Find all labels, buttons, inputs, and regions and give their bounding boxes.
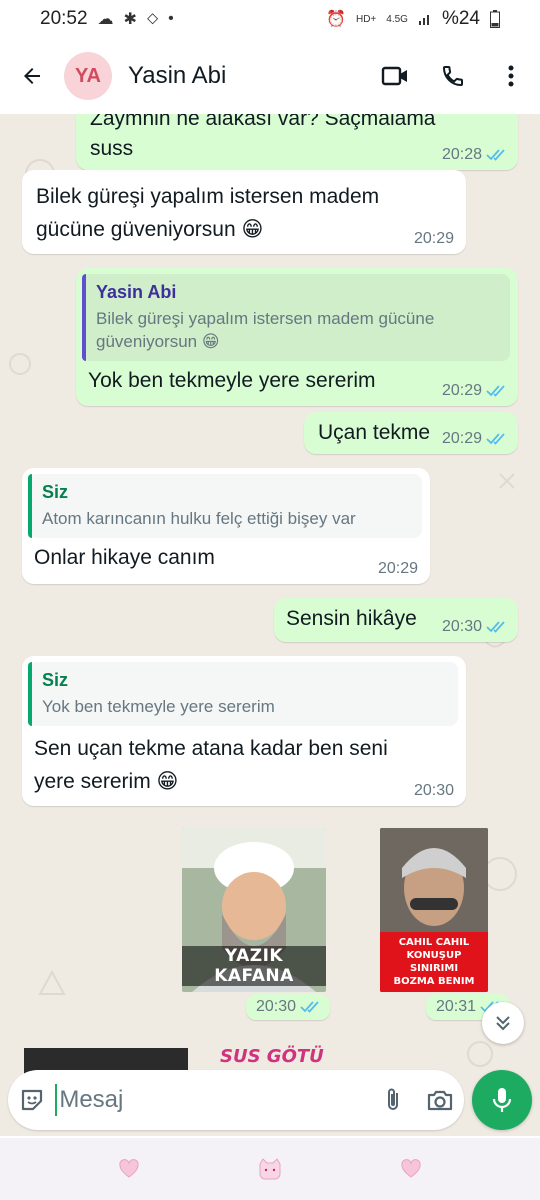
message-bubble-incoming[interactable]: Bilek güreşi yapalım istersen madem gücü… bbox=[22, 170, 466, 254]
bug-icon: ✱ bbox=[123, 11, 137, 28]
cloud-icon: ☁ bbox=[97, 11, 114, 28]
message-meta: 20:30 bbox=[414, 782, 454, 800]
message-bubble-outgoing[interactable]: Zaymnin ne alakası var? Saçmalama suss 2… bbox=[76, 114, 518, 170]
back-button[interactable] bbox=[0, 38, 64, 114]
alarm-icon: ⏰ bbox=[326, 11, 346, 28]
video-camera-icon bbox=[381, 66, 407, 86]
message-time: 20:28 bbox=[441, 146, 482, 163]
battery-percent: %24 bbox=[441, 8, 480, 29]
quote-text: Atom karıncanın hulku felç ettiği bişey … bbox=[42, 509, 356, 528]
double-check-icon bbox=[486, 385, 505, 397]
dot-icon: • bbox=[168, 10, 174, 27]
attach-button[interactable] bbox=[369, 1070, 416, 1130]
network-label: 4.5G bbox=[386, 13, 408, 25]
message-time: 20:29 bbox=[413, 230, 454, 247]
sticker-caption-line: KONUŞUP SINIRIMI bbox=[406, 950, 462, 974]
microphone-icon bbox=[492, 1088, 512, 1112]
status-bar: 20:52 ☁ ✱ ⬦ • ⏰ HD+ 4.5G %24 bbox=[0, 0, 540, 38]
quote-text: Yok ben tekmeyle yere sererim bbox=[42, 697, 275, 716]
sticker-image[interactable]: CAHIL CAHIL KONUŞUP SINIRIMI BOZMA BENIM bbox=[380, 828, 488, 992]
message-text-line: Bilek güreşi yapalım istersen madem bbox=[36, 185, 380, 208]
camera-button[interactable] bbox=[417, 1070, 464, 1130]
message-time: 20:30 bbox=[256, 998, 297, 1015]
camera-icon bbox=[428, 1090, 453, 1111]
quote-author: Siz bbox=[42, 670, 69, 690]
message-meta: 20:29 bbox=[442, 382, 506, 400]
message-meta: 20:29 bbox=[378, 560, 418, 578]
status-time: 20:52 bbox=[40, 8, 88, 29]
chevron-double-down-icon bbox=[496, 1016, 510, 1031]
partial-sticker-text: SUS GÖTÜ bbox=[220, 1046, 324, 1067]
arrow-left-icon bbox=[24, 68, 40, 84]
message-bubble-outgoing[interactable]: Sensin hikâye 20:30 bbox=[274, 598, 518, 642]
bottom-bar bbox=[0, 1138, 540, 1200]
contact-name[interactable]: Yasin Abi bbox=[128, 62, 366, 90]
signal-icon bbox=[418, 15, 429, 25]
quoted-message[interactable]: Siz Yok ben tekmeyle yere sererim bbox=[28, 662, 458, 726]
hd-label: HD+ bbox=[355, 13, 377, 25]
phone-icon bbox=[442, 66, 463, 87]
double-check-icon bbox=[300, 1001, 319, 1013]
message-text-line: gücüne güveniyorsun 😁 bbox=[36, 218, 264, 241]
message-time: 20:30 bbox=[413, 782, 454, 799]
sticker-button[interactable] bbox=[8, 1070, 55, 1130]
heart-icon[interactable] bbox=[400, 1159, 422, 1179]
message-bubble-incoming[interactable]: Siz Yok ben tekmeyle yere sererim Sen uç… bbox=[22, 656, 466, 806]
quote-text: Bilek güreşi yapalım istersen madem gücü… bbox=[96, 309, 435, 351]
video-call-button[interactable] bbox=[366, 38, 424, 114]
message-meta: 20:29 bbox=[442, 430, 506, 448]
sticker-caption-line: CAHIL CAHIL bbox=[398, 937, 470, 948]
vpn-icon: ⬦ bbox=[146, 10, 159, 27]
sticker-caption-line: BOZMA BENIM bbox=[393, 976, 475, 987]
chat-area[interactable]: Zaymnin ne alakası var? Saçmalama suss 2… bbox=[0, 114, 540, 1136]
message-text-line: Sen uçan tekme atana kadar ben seni bbox=[34, 737, 388, 760]
message-meta: 20:29 bbox=[414, 230, 454, 248]
message-text: Onlar hikaye canım bbox=[34, 546, 215, 569]
double-check-icon bbox=[486, 149, 505, 161]
sticker-caption: YAZIK KAFANA bbox=[182, 946, 326, 986]
message-bubble-outgoing[interactable]: Uçan tekme 20:29 bbox=[304, 412, 518, 454]
message-composer bbox=[8, 1070, 464, 1130]
quote-author: Siz bbox=[42, 482, 69, 502]
scroll-to-bottom-button[interactable] bbox=[482, 1002, 524, 1044]
status-right: ⏰ HD+ 4.5G %24 bbox=[326, 8, 500, 30]
voice-call-button[interactable] bbox=[424, 38, 482, 114]
message-time: 20:29 bbox=[377, 560, 418, 577]
message-time: 20:29 bbox=[441, 430, 482, 447]
paperclip-icon bbox=[387, 1088, 398, 1110]
message-input[interactable] bbox=[55, 1084, 370, 1116]
heart-icon[interactable] bbox=[118, 1159, 140, 1179]
chat-header: YA Yasin Abi bbox=[0, 38, 540, 114]
message-meta: 20:28 bbox=[442, 146, 506, 164]
sticker-caption: CAHIL CAHIL KONUŞUP SINIRIMI BOZMA BENIM bbox=[380, 932, 488, 992]
sticker-meta: 20:30 bbox=[246, 994, 331, 1020]
message-time: 20:29 bbox=[441, 382, 482, 399]
kebab-menu-icon bbox=[508, 65, 514, 87]
voice-message-button[interactable] bbox=[472, 1070, 532, 1130]
quoted-message[interactable]: Yasin Abi Bilek güreşi yapalım istersen … bbox=[82, 274, 510, 361]
sticker-image[interactable]: YAZIK KAFANA bbox=[182, 828, 326, 992]
more-options-button[interactable] bbox=[482, 38, 540, 114]
quoted-message[interactable]: Siz Atom karıncanın hulku felç ettiği bi… bbox=[28, 474, 422, 538]
avatar-initials: YA bbox=[75, 64, 101, 87]
battery-icon bbox=[490, 10, 500, 28]
quote-author: Yasin Abi bbox=[96, 282, 177, 302]
double-check-icon bbox=[486, 433, 505, 445]
message-meta: 20:30 bbox=[442, 618, 506, 636]
cat-face-icon[interactable] bbox=[257, 1158, 283, 1180]
message-text-line: yere sererim 😁 bbox=[34, 770, 179, 793]
status-left: 20:52 ☁ ✱ ⬦ • bbox=[40, 8, 174, 30]
message-bubble-outgoing[interactable]: Yasin Abi Bilek güreşi yapalım istersen … bbox=[76, 268, 518, 406]
message-bubble-incoming[interactable]: Siz Atom karıncanın hulku felç ettiği bi… bbox=[22, 468, 430, 584]
double-check-icon bbox=[486, 621, 505, 633]
message-text-partial: Zaymnin ne alakası var? Saçmalama bbox=[90, 114, 436, 130]
contact-avatar[interactable]: YA bbox=[64, 52, 112, 100]
message-time: 20:30 bbox=[441, 618, 482, 635]
sticker-icon bbox=[21, 1089, 42, 1111]
message-time: 20:31 bbox=[436, 998, 477, 1015]
